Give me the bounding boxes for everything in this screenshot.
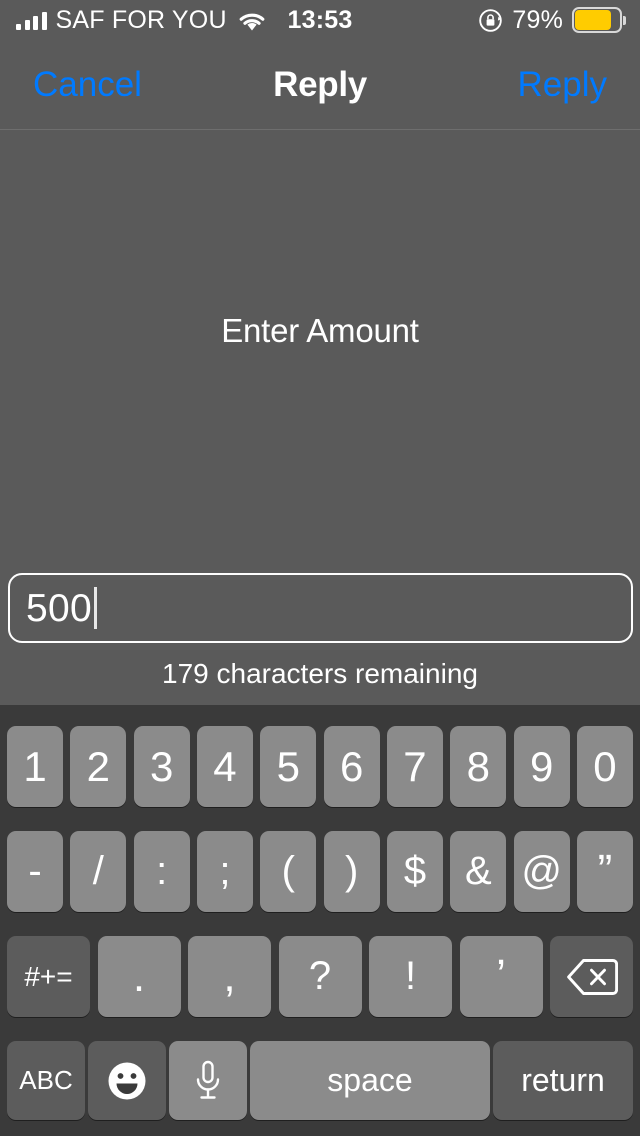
- keyboard-row-bottom: ABC space return: [0, 1041, 640, 1122]
- key-ampersand[interactable]: &: [450, 831, 507, 912]
- key-paren-close[interactable]: ): [323, 831, 380, 912]
- keyboard-row-punctuation: #+= . , ? ! ’: [0, 936, 640, 1017]
- enter-amount-label: Enter Amount: [221, 312, 419, 349]
- keyboard-row-symbols: - / : ; ( ) $ & @ ”: [0, 831, 640, 912]
- key-colon[interactable]: :: [133, 831, 190, 912]
- on-screen-keyboard: 1 2 3 4 5 6 7 8 9 0 - / : ; ( ) $ & @ ” …: [0, 705, 640, 1136]
- key-9[interactable]: 9: [513, 726, 570, 807]
- reply-submit-button[interactable]: Reply: [518, 65, 607, 105]
- microphone-icon: [193, 1059, 223, 1103]
- emoji-smiley-icon: [105, 1059, 149, 1103]
- cancel-button[interactable]: Cancel: [33, 65, 142, 105]
- key-semicolon[interactable]: ;: [196, 831, 253, 912]
- backspace-icon: [566, 957, 618, 997]
- page-title: Reply: [273, 64, 367, 104]
- key-8[interactable]: 8: [450, 726, 507, 807]
- backspace-key[interactable]: [550, 936, 633, 1017]
- key-dollar[interactable]: $: [386, 831, 443, 912]
- key-question[interactable]: ?: [278, 936, 362, 1017]
- key-exclamation[interactable]: !: [369, 936, 452, 1017]
- amount-input-value: 500: [26, 586, 92, 630]
- emoji-key[interactable]: [88, 1041, 166, 1120]
- space-key[interactable]: space: [250, 1041, 490, 1120]
- key-2[interactable]: 2: [70, 726, 127, 807]
- key-slash[interactable]: /: [70, 831, 127, 912]
- key-abc-toggle[interactable]: ABC: [7, 1041, 85, 1120]
- key-3[interactable]: 3: [133, 726, 190, 807]
- key-period[interactable]: .: [97, 936, 181, 1017]
- return-key[interactable]: return: [493, 1041, 633, 1120]
- rotation-lock-icon: [478, 8, 503, 33]
- text-cursor: [93, 587, 97, 629]
- content-area: Enter Amount 500 179 characters remainin…: [0, 131, 640, 705]
- key-hyphen[interactable]: -: [7, 831, 63, 912]
- key-1[interactable]: 1: [7, 726, 63, 807]
- battery-icon: [572, 7, 626, 33]
- key-paren-open[interactable]: (: [260, 831, 317, 912]
- key-4[interactable]: 4: [196, 726, 253, 807]
- navigation-bar: Cancel Reply Reply: [0, 40, 640, 130]
- key-comma[interactable]: ,: [188, 936, 271, 1017]
- key-7[interactable]: 7: [386, 726, 443, 807]
- key-symbols-toggle[interactable]: #+=: [7, 936, 90, 1017]
- key-6[interactable]: 6: [323, 726, 380, 807]
- battery-percent-label: 79%: [512, 5, 563, 34]
- status-bar: SAF FOR YOU 13:53 79%: [0, 0, 640, 40]
- key-at[interactable]: @: [513, 831, 570, 912]
- key-apostrophe[interactable]: ’: [459, 936, 543, 1017]
- keyboard-row-numbers: 1 2 3 4 5 6 7 8 9 0: [0, 726, 640, 807]
- key-0[interactable]: 0: [576, 726, 633, 807]
- amount-input[interactable]: 500: [8, 573, 633, 643]
- key-quote[interactable]: ”: [576, 831, 633, 912]
- status-bar-right: 79%: [478, 6, 626, 35]
- characters-remaining-label: 179 characters remaining: [162, 658, 478, 689]
- dictation-key[interactable]: [169, 1041, 247, 1120]
- key-5[interactable]: 5: [260, 726, 317, 807]
- app-screen: SAF FOR YOU 13:53 79% Cancel Reply Reply…: [0, 0, 640, 1136]
